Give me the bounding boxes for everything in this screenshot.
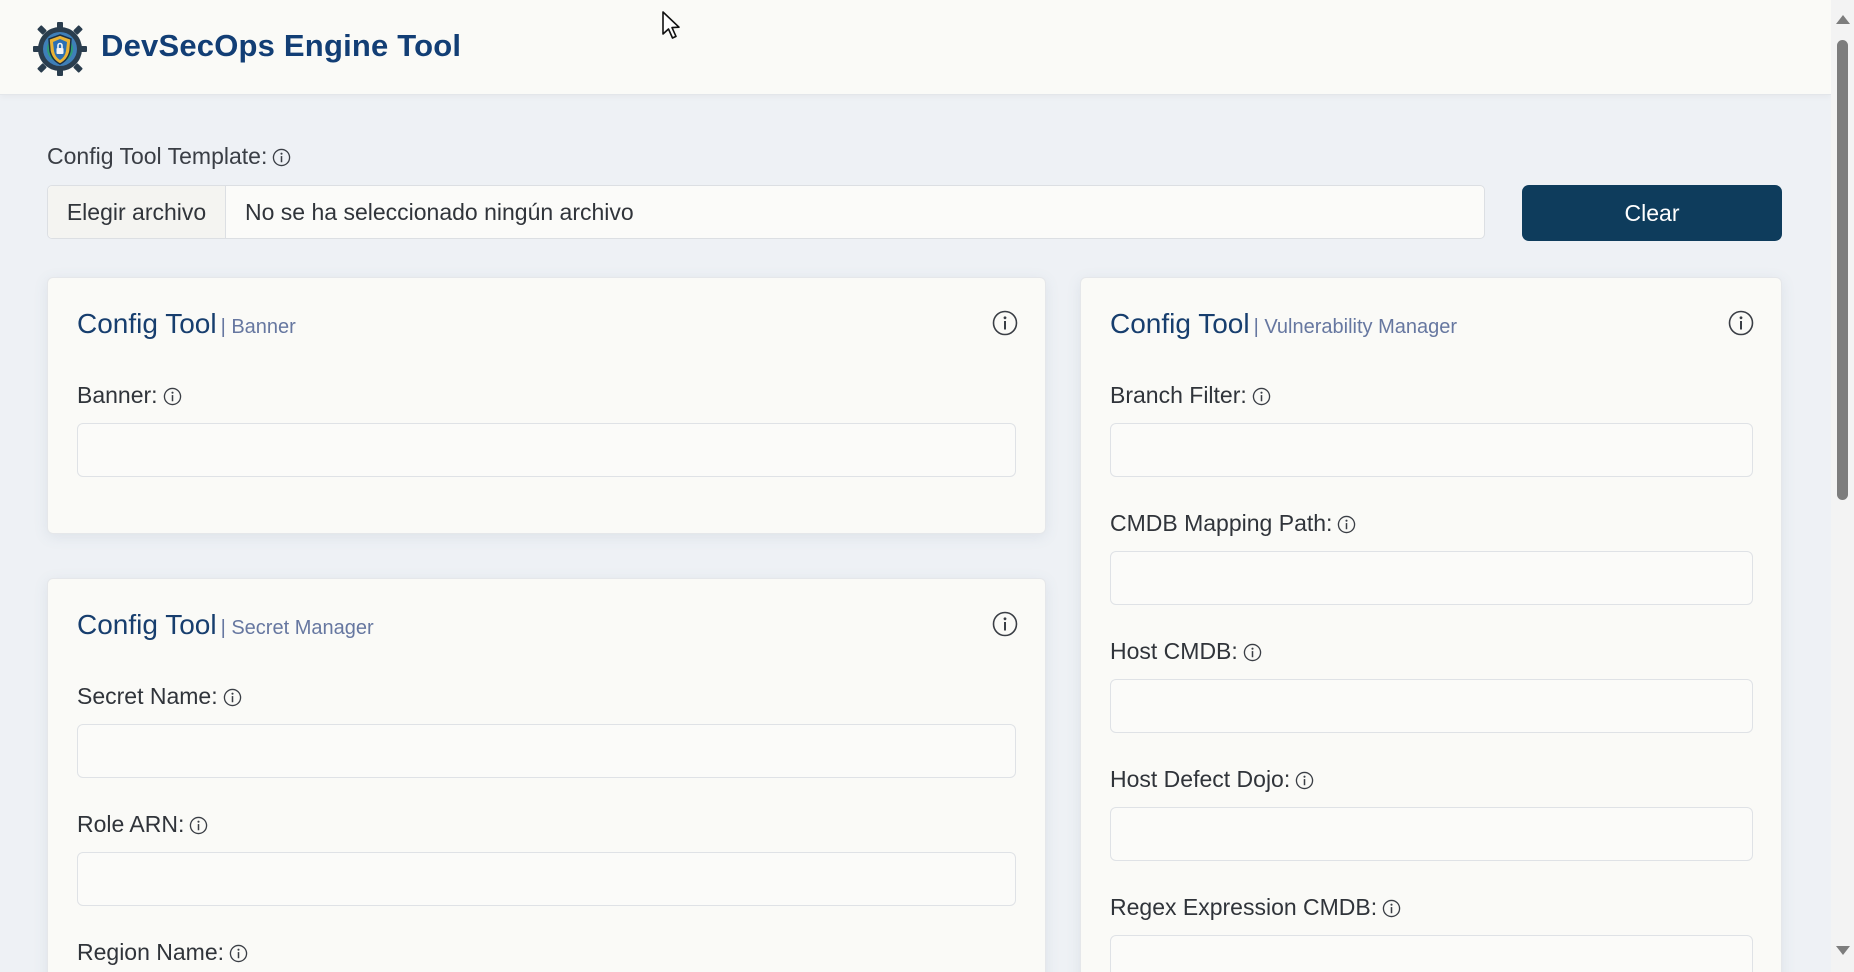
info-circle-icon[interactable] (1295, 771, 1314, 790)
clear-button[interactable]: Clear (1522, 185, 1782, 241)
host-cmdb-input[interactable] (1110, 679, 1753, 733)
card-title-text: Config Tool (77, 609, 217, 640)
info-circle-icon[interactable] (992, 611, 1018, 637)
banner-card: Config Tool | Banner Banner: (47, 277, 1046, 534)
info-circle-icon[interactable] (1382, 899, 1401, 918)
secret-name-label: Secret Name: (77, 683, 242, 710)
card-title-text: Config Tool (77, 308, 217, 339)
regex-expression-cmdb-label-text: Regex Expression CMDB: (1110, 894, 1378, 920)
host-cmdb-label-text: Host CMDB: (1110, 638, 1238, 664)
app-title: DevSecOps Engine Tool (101, 28, 462, 63)
info-circle-icon[interactable] (223, 688, 242, 707)
cmdb-mapping-path-input[interactable] (1110, 551, 1753, 605)
config-template-label-text: Config Tool Template: (47, 143, 268, 169)
scroll-up-arrow-icon[interactable] (1836, 15, 1850, 24)
card-title: Config Tool | Banner (77, 308, 296, 340)
region-name-label: Region Name: (77, 939, 248, 966)
region-name-label-text: Region Name: (77, 939, 225, 965)
branch-filter-input[interactable] (1110, 423, 1753, 477)
choose-file-button[interactable]: Elegir archivo (48, 186, 226, 238)
app-header: DevSecOps Engine Tool (0, 0, 1831, 95)
regex-expression-cmdb-label: Regex Expression CMDB: (1110, 894, 1401, 921)
info-circle-icon[interactable] (1252, 387, 1271, 406)
regex-expression-cmdb-input[interactable] (1110, 935, 1753, 972)
host-cmdb-label: Host CMDB: (1110, 638, 1262, 665)
page: DevSecOps Engine Tool Config Tool Templa… (0, 0, 1831, 972)
mouse-pointer-icon (662, 11, 680, 39)
file-status-text: No se ha seleccionado ningún archivo (245, 199, 634, 225)
card-title-text: Config Tool (1110, 308, 1250, 339)
cmdb-mapping-path-label: CMDB Mapping Path: (1110, 510, 1356, 537)
card-title: Config Tool | Vulnerability Manager (1110, 308, 1457, 340)
info-circle-icon[interactable] (992, 310, 1018, 336)
card-title: Config Tool | Secret Manager (77, 609, 374, 641)
host-defect-dojo-label-text: Host Defect Dojo: (1110, 766, 1291, 792)
host-defect-dojo-label: Host Defect Dojo: (1110, 766, 1314, 793)
info-circle-icon[interactable] (1243, 643, 1262, 662)
gear-shield-logo (33, 22, 87, 76)
info-circle-icon[interactable] (229, 944, 248, 963)
branch-filter-label-text: Branch Filter: (1110, 382, 1247, 408)
info-circle-icon[interactable] (1337, 515, 1356, 534)
secret-name-label-text: Secret Name: (77, 683, 218, 709)
branch-filter-label: Branch Filter: (1110, 382, 1271, 409)
scroll-down-arrow-icon[interactable] (1836, 946, 1850, 955)
config-template-label: Config Tool Template: (47, 143, 291, 170)
card-subtitle: | Secret Manager (220, 617, 374, 639)
cmdb-mapping-path-label-text: CMDB Mapping Path: (1110, 510, 1333, 536)
vulnerability-manager-card: Config Tool | Vulnerability Manager Branc… (1080, 277, 1782, 972)
role-arn-input[interactable] (77, 852, 1016, 906)
banner-label: Banner: (77, 382, 182, 409)
banner-label-text: Banner: (77, 382, 158, 408)
role-arn-label: Role ARN: (77, 811, 208, 838)
info-circle-icon[interactable] (163, 387, 182, 406)
role-arn-label-text: Role ARN: (77, 811, 185, 837)
host-defect-dojo-input[interactable] (1110, 807, 1753, 861)
info-circle-icon[interactable] (1728, 310, 1754, 336)
banner-input[interactable] (77, 423, 1016, 477)
secret-manager-card: Config Tool | Secret Manager Secret Name:… (47, 578, 1046, 972)
vertical-scrollbar[interactable] (1831, 0, 1854, 972)
card-subtitle: | Vulnerability Manager (1253, 316, 1458, 338)
config-template-file-input[interactable]: Elegir archivo No se ha seleccionado nin… (47, 185, 1485, 239)
info-circle-icon[interactable] (189, 816, 208, 835)
scrollbar-thumb[interactable] (1837, 40, 1848, 500)
card-subtitle: | Banner (220, 316, 296, 338)
secret-name-input[interactable] (77, 724, 1016, 778)
info-circle-icon[interactable] (272, 148, 291, 167)
